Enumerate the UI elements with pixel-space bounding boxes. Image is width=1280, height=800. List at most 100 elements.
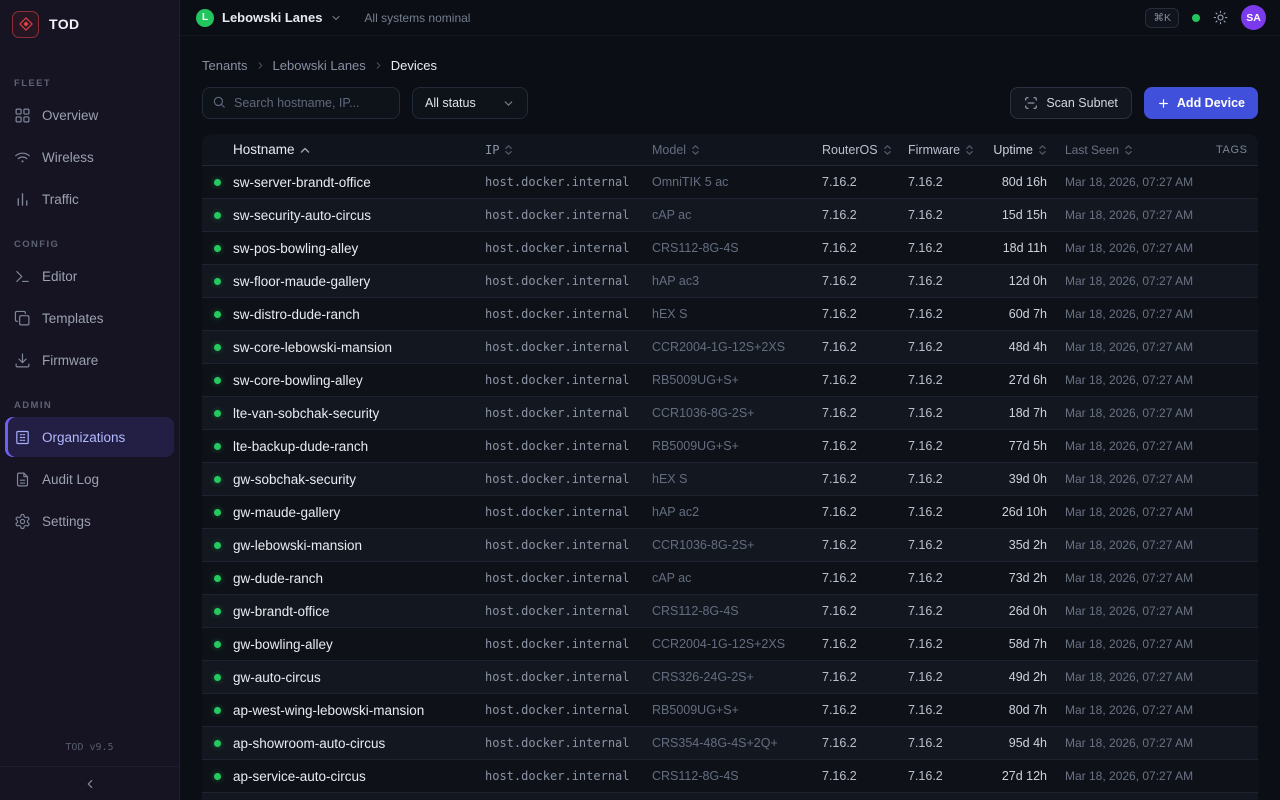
table-row[interactable]: sw-distro-dude-ranch host.docker.interna… xyxy=(202,298,1258,331)
table-row[interactable]: gw-auto-circus host.docker.internal CRS3… xyxy=(202,661,1258,694)
table-row[interactable]: sw-pos-bowling-alley host.docker.interna… xyxy=(202,232,1258,265)
copy-icon xyxy=(14,310,31,327)
routeros-cell: 7.16.2 xyxy=(822,175,908,189)
status-online-dot xyxy=(214,542,221,549)
ip-cell: host.docker.internal xyxy=(485,406,652,420)
search-input[interactable] xyxy=(202,87,400,119)
status-filter-value: All status xyxy=(425,96,476,110)
app-logo-icon xyxy=(12,11,39,38)
hostname-cell: ap-west-wing-lebowski-mansion xyxy=(233,703,485,718)
ip-cell: host.docker.internal xyxy=(485,472,652,486)
column-header-ip[interactable]: IP xyxy=(485,143,652,157)
last-seen-cell: Mar 18, 2026, 07:27 AM xyxy=(1065,406,1216,420)
scan-subnet-button[interactable]: Scan Subnet xyxy=(1010,87,1132,119)
main-content: Tenants Lebowski Lanes Devices xyxy=(180,36,1280,800)
sidebar-item-editor[interactable]: Editor xyxy=(5,256,174,296)
status-online-dot xyxy=(214,377,221,384)
column-header-model[interactable]: Model xyxy=(652,143,822,157)
firmware-cell: 7.16.2 xyxy=(908,373,992,387)
table-row[interactable]: lte-van-sobchak-security host.docker.int… xyxy=(202,397,1258,430)
sort-icon xyxy=(691,144,700,156)
sidebar-item-settings[interactable]: Settings xyxy=(5,501,174,541)
last-seen-cell: Mar 18, 2026, 07:27 AM xyxy=(1065,241,1216,255)
ip-cell: host.docker.internal xyxy=(485,604,652,618)
chevron-right-icon xyxy=(373,60,384,71)
firmware-cell: 7.16.2 xyxy=(908,274,992,288)
table-row[interactable]: ap-west-wing-lebowski-mansion host.docke… xyxy=(202,694,1258,727)
table-row[interactable]: gw-lebowski-mansion host.docker.internal… xyxy=(202,529,1258,562)
firmware-cell: 7.16.2 xyxy=(908,703,992,717)
sidebar-item-organizations[interactable]: Organizations xyxy=(5,417,174,457)
search-icon xyxy=(212,95,226,109)
column-header-firmware[interactable]: Firmware xyxy=(908,143,992,157)
status-online-dot xyxy=(214,212,221,219)
routeros-cell: 7.16.2 xyxy=(822,769,908,783)
sidebar-item-templates[interactable]: Templates xyxy=(5,298,174,338)
wifi-icon xyxy=(14,149,31,166)
table-row[interactable]: gw-dude-ranch host.docker.internal cAP a… xyxy=(202,562,1258,595)
column-header-uptime[interactable]: Uptime xyxy=(992,143,1065,157)
breadcrumb: Tenants Lebowski Lanes Devices xyxy=(202,58,1258,73)
add-device-button[interactable]: Add Device xyxy=(1144,87,1258,119)
sidebar-item-traffic[interactable]: Traffic xyxy=(5,179,174,219)
system-status-text: All systems nominal xyxy=(364,11,470,25)
table-row[interactable]: gw-brandt-office host.docker.internal CR… xyxy=(202,595,1258,628)
sort-icon xyxy=(1038,144,1047,156)
table-row[interactable]: sw-floor-maude-gallery host.docker.inter… xyxy=(202,265,1258,298)
status-online-dot xyxy=(214,311,221,318)
table-row[interactable]: ap-showroom-auto-circus host.docker.inte… xyxy=(202,727,1258,760)
status-online-dot xyxy=(214,443,221,450)
table-row[interactable]: sw-security-auto-circus host.docker.inte… xyxy=(202,199,1258,232)
status-online-dot xyxy=(214,179,221,186)
sidebar-item-firmware[interactable]: Firmware xyxy=(5,340,174,380)
sidebar-item-label: Templates xyxy=(42,311,104,326)
table-row[interactable]: gw-sobchak-security host.docker.internal… xyxy=(202,463,1258,496)
routeros-cell: 7.16.2 xyxy=(822,604,908,618)
sidebar-item-wireless[interactable]: Wireless xyxy=(5,137,174,177)
hostname-cell: sw-core-bowling-alley xyxy=(233,373,485,388)
gear-icon xyxy=(14,513,31,530)
status-online-dot xyxy=(214,344,221,351)
table-row[interactable]: sw-core-bowling-alley host.docker.intern… xyxy=(202,364,1258,397)
user-avatar[interactable]: SA xyxy=(1241,5,1266,30)
ip-cell: host.docker.internal xyxy=(485,769,652,783)
health-indicator-dot xyxy=(1192,14,1200,22)
model-cell: CCR2004-1G-12S+2XS xyxy=(652,637,822,651)
nav-section-admin: ADMIN xyxy=(0,400,179,411)
sidebar-collapse-button[interactable] xyxy=(0,766,179,800)
topbar: L Lebowski Lanes All systems nominal ⌘K xyxy=(180,0,1280,36)
plus-icon xyxy=(1157,97,1170,110)
sidebar-item-audit-log[interactable]: Audit Log xyxy=(5,459,174,499)
add-device-label: Add Device xyxy=(1177,96,1245,110)
tenant-selector[interactable]: L Lebowski Lanes xyxy=(196,9,342,27)
nav-section-fleet: FLEET xyxy=(0,78,179,89)
table-row[interactable]: gw-bowling-alley host.docker.internal CC… xyxy=(202,628,1258,661)
last-seen-cell: Mar 18, 2026, 07:27 AM xyxy=(1065,637,1216,651)
firmware-cell: 7.16.2 xyxy=(908,538,992,552)
ip-cell: host.docker.internal xyxy=(485,208,652,222)
uptime-cell: 48d 4h xyxy=(992,340,1065,354)
routeros-cell: 7.16.2 xyxy=(822,703,908,717)
column-header-routeros[interactable]: RouterOS xyxy=(822,143,908,157)
table-row[interactable]: ap-service-auto-circus host.docker.inter… xyxy=(202,760,1258,793)
table-row[interactable]: sw-server-brandt-office host.docker.inte… xyxy=(202,166,1258,199)
theme-toggle-button[interactable] xyxy=(1213,10,1228,25)
chevron-down-icon xyxy=(502,97,515,110)
table-row[interactable]: sw-core-lebowski-mansion host.docker.int… xyxy=(202,331,1258,364)
table-row[interactable]: lte-backup-dude-ranch host.docker.intern… xyxy=(202,430,1258,463)
column-header-hostname[interactable]: Hostname xyxy=(233,142,485,157)
last-seen-cell: Mar 18, 2026, 07:27 AM xyxy=(1065,274,1216,288)
breadcrumb-tenant-name[interactable]: Lebowski Lanes xyxy=(273,58,366,73)
command-palette-shortcut[interactable]: ⌘K xyxy=(1145,8,1179,28)
sidebar-item-overview[interactable]: Overview xyxy=(5,95,174,135)
status-filter-select[interactable]: All status xyxy=(412,87,528,119)
uptime-cell: 49d 2h xyxy=(992,670,1065,684)
model-cell: RB5009UG+S+ xyxy=(652,439,822,453)
sidebar-item-label: Editor xyxy=(42,269,77,284)
model-cell: CCR1036-8G-2S+ xyxy=(652,406,822,420)
breadcrumb-tenants[interactable]: Tenants xyxy=(202,58,248,73)
column-header-last-seen[interactable]: Last Seen xyxy=(1065,143,1216,157)
uptime-cell: 35d 2h xyxy=(992,538,1065,552)
firmware-cell: 7.16.2 xyxy=(908,472,992,486)
table-row[interactable]: gw-maude-gallery host.docker.internal hA… xyxy=(202,496,1258,529)
